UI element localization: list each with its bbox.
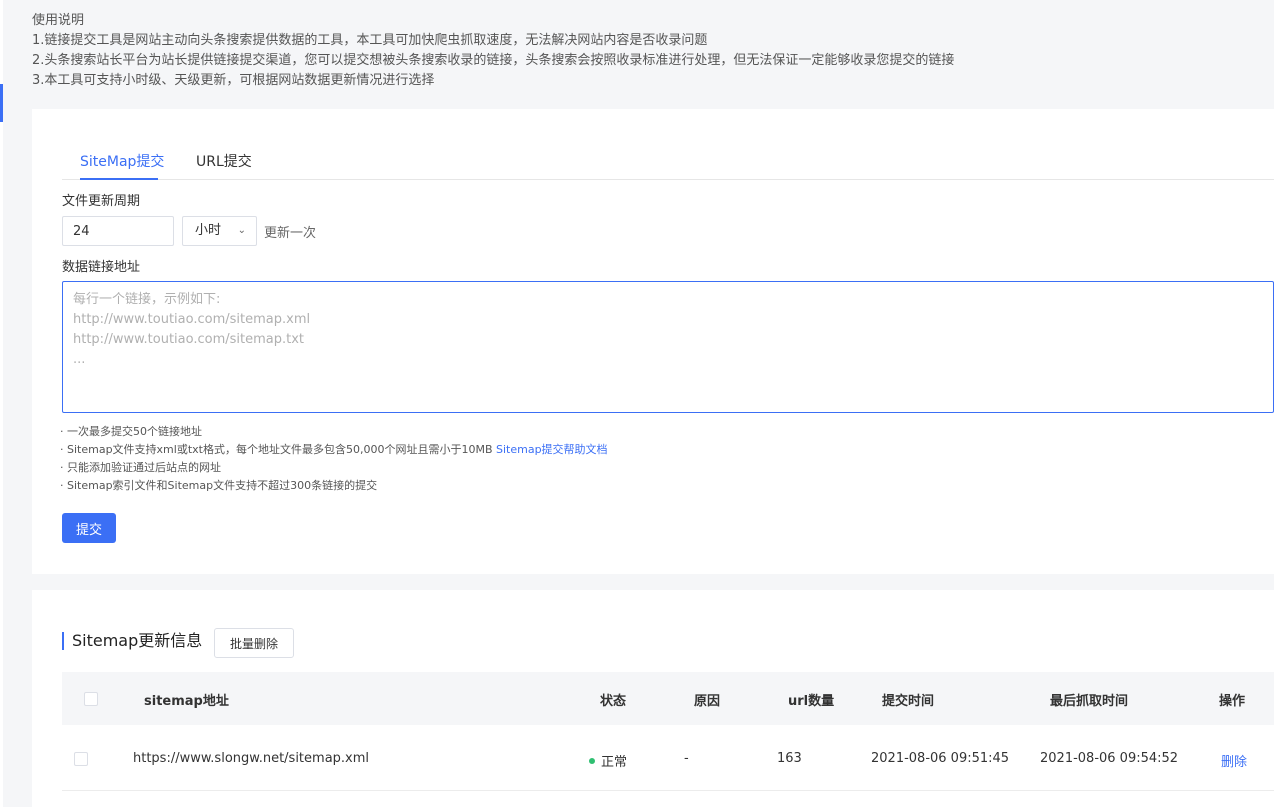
left-edge bbox=[0, 0, 3, 807]
column-header: 原因 bbox=[694, 694, 721, 709]
select-all-checkbox[interactable] bbox=[84, 692, 98, 706]
period-input[interactable] bbox=[62, 216, 174, 246]
column-header: 最后抓取时间 bbox=[1050, 694, 1129, 709]
batch-delete-button[interactable]: 批量删除 bbox=[214, 628, 294, 658]
sitemap-help-link[interactable]: Sitemap提交帮助文档 bbox=[496, 443, 608, 456]
links-label: 数据链接地址 bbox=[62, 260, 141, 275]
submit-button[interactable]: 提交 bbox=[62, 513, 116, 543]
usage-title: 使用说明 bbox=[32, 13, 85, 28]
table-row: https://www.slongw.net/sitemap.xml 正常 - … bbox=[62, 725, 1274, 791]
column-header: url数量 bbox=[788, 694, 835, 709]
note-item: · Sitemap文件支持xml或txt格式，每个地址文件最多包含50,000个… bbox=[60, 441, 608, 459]
last-crawl-time-cell: 2021-08-06 09:54:52 bbox=[1040, 751, 1179, 766]
sitemap-url: https://www.slongw.net/sitemap.xml bbox=[133, 751, 370, 766]
status-dot-icon bbox=[589, 757, 595, 764]
tab-sitemap-submit[interactable]: SiteMap提交 bbox=[80, 151, 164, 180]
links-placeholder: 每行一个链接，示例如下: http://www.toutiao.com/site… bbox=[73, 292, 311, 367]
url-count-cell: 163 bbox=[777, 751, 802, 766]
submit-notes: · 一次最多提交50个链接地址 · Sitemap文件支持xml或txt格式，每… bbox=[60, 423, 608, 495]
sitemap-info-card: Sitemap更新信息 批量删除 sitemap地址 状态 原因 url数量 提… bbox=[32, 590, 1274, 807]
status-text: 正常 bbox=[601, 755, 628, 770]
usage-line: 2.头条搜索站长平台为站长提供链接提交渠道，您可以提交想被头条搜索收录的链接，头… bbox=[32, 53, 955, 68]
column-header: sitemap地址 bbox=[144, 694, 229, 709]
note-item: · 一次最多提交50个链接地址 bbox=[60, 425, 202, 438]
column-header: 状态 bbox=[600, 694, 627, 709]
submit-tabs: SiteMap提交 URL提交 bbox=[62, 145, 1274, 180]
column-header: 操作 bbox=[1219, 694, 1246, 709]
table-header: sitemap地址 状态 原因 url数量 提交时间 最后抓取时间 操作 bbox=[62, 672, 1274, 725]
unit-select-value: 小时 bbox=[195, 223, 222, 238]
row-checkbox[interactable] bbox=[74, 752, 88, 766]
usage-line: 3.本工具可支持小时级、天级更新，可根据网站数据更新情况进行选择 bbox=[32, 73, 435, 88]
period-label: 文件更新周期 bbox=[62, 194, 141, 209]
update-once-text: 更新一次 bbox=[264, 226, 317, 241]
chevron-down-icon: ⌄ bbox=[237, 225, 246, 236]
unit-select[interactable]: 小时 ⌄ bbox=[182, 216, 257, 246]
note-text: · Sitemap文件支持xml或txt格式，每个地址文件最多包含50,000个… bbox=[60, 443, 496, 456]
submit-card: SiteMap提交 URL提交 文件更新周期 小时 ⌄ 更新一次 数据链接地址 … bbox=[32, 109, 1274, 574]
note-item: · Sitemap索引文件和Sitemap文件支持不超过300条链接的提交 bbox=[60, 479, 378, 492]
tab-url-submit[interactable]: URL提交 bbox=[196, 151, 252, 180]
submit-time-cell: 2021-08-06 09:51:45 bbox=[871, 751, 1010, 766]
delete-link[interactable]: 删除 bbox=[1221, 751, 1247, 770]
status-badge: 正常 bbox=[589, 751, 627, 770]
reason-cell: - bbox=[684, 751, 689, 766]
column-header: 提交时间 bbox=[882, 694, 935, 709]
usage-line: 1.链接提交工具是网站主动向头条搜索提供数据的工具，本工具可加快爬虫抓取速度，无… bbox=[32, 33, 708, 48]
links-textarea[interactable]: 每行一个链接，示例如下: http://www.toutiao.com/site… bbox=[62, 281, 1274, 413]
note-item: · 只能添加验证通过后站点的网址 bbox=[60, 461, 221, 474]
nav-active-indicator bbox=[0, 84, 3, 122]
usage-instructions: 使用说明 1.链接提交工具是网站主动向头条搜索提供数据的工具，本工具可加快爬虫抓… bbox=[32, 11, 1262, 91]
section-title: Sitemap更新信息 bbox=[62, 632, 202, 650]
